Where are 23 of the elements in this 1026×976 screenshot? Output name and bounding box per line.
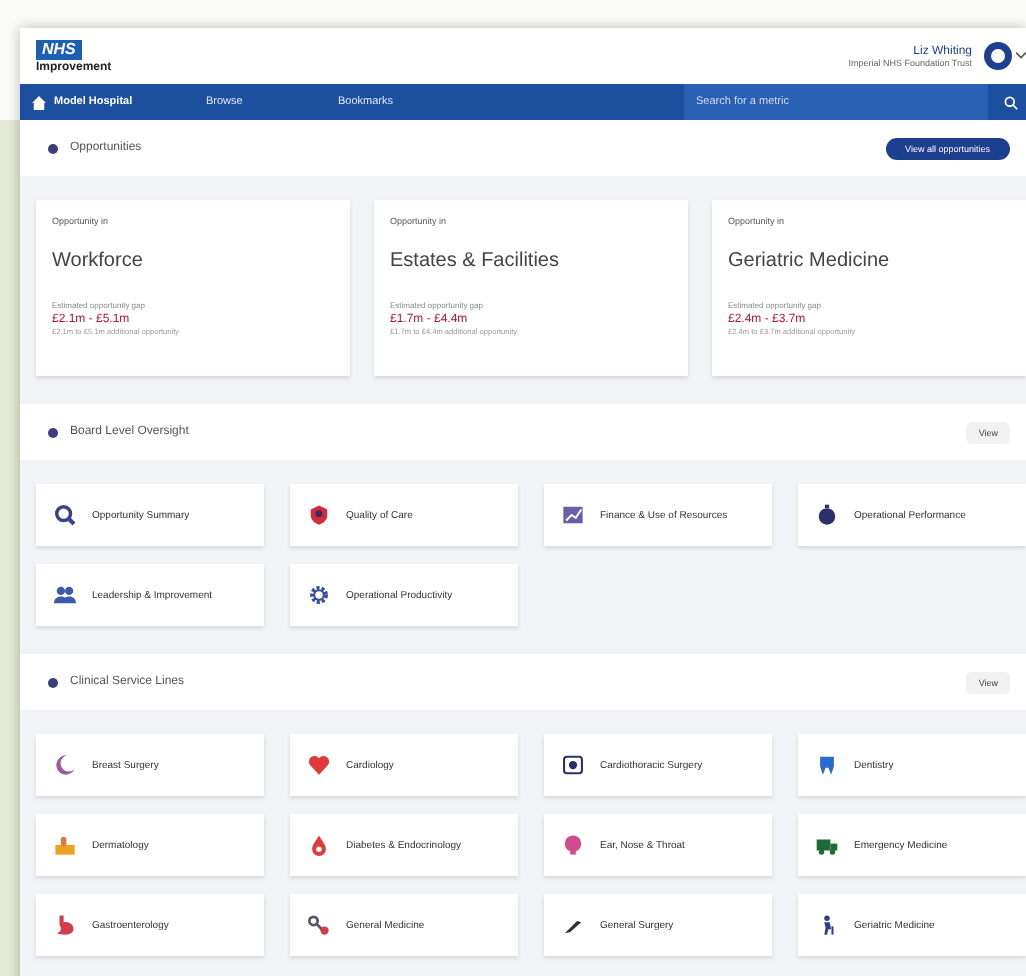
bullet-icon xyxy=(48,427,58,437)
stomach-icon xyxy=(54,914,76,936)
avatar-icon[interactable] xyxy=(984,42,1012,70)
search-icon xyxy=(54,504,76,526)
people-icon xyxy=(54,584,76,606)
home-icon[interactable] xyxy=(32,95,46,109)
chart-icon xyxy=(562,504,584,526)
nhs-logo: NHS xyxy=(36,39,82,59)
caret-icon[interactable] xyxy=(1016,50,1026,62)
heart-icon xyxy=(308,754,330,776)
bullet-icon xyxy=(48,677,58,687)
drop-icon xyxy=(308,834,330,856)
gear-icon xyxy=(308,584,330,606)
tooth-icon xyxy=(816,754,838,776)
card-title: Geriatric Medicine xyxy=(728,250,892,272)
shield-icon xyxy=(308,504,330,526)
ambulance-icon xyxy=(816,834,838,856)
card-title: Estates & Facilities xyxy=(390,250,561,272)
search-icon[interactable] xyxy=(1004,95,1018,109)
card-title: Workforce xyxy=(52,250,145,272)
crescent-icon xyxy=(54,754,76,776)
stopwatch-icon xyxy=(816,504,838,526)
bullet-icon xyxy=(48,143,58,153)
